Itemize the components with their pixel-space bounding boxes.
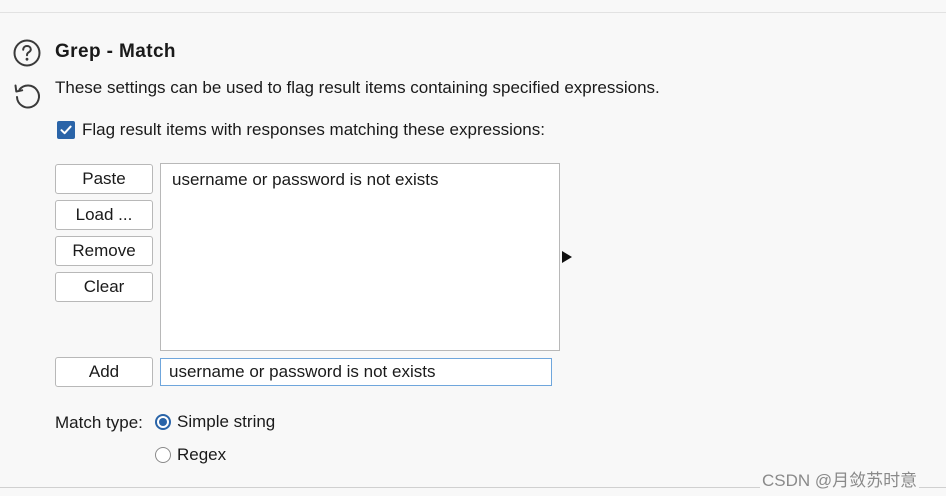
radio-dot — [159, 418, 167, 426]
section-title: Grep - Match — [55, 41, 176, 62]
radio-simple-string[interactable]: Simple string — [155, 412, 275, 432]
radio-button[interactable] — [155, 447, 171, 463]
radio-label: Simple string — [177, 412, 276, 431]
expression-list[interactable]: username or password is not exists — [160, 163, 560, 351]
watermark: CSDN @月敛苏时意 — [760, 466, 920, 491]
flag-checkbox[interactable] — [57, 121, 75, 139]
match-type-label: Match type: — [55, 413, 143, 432]
load-button[interactable]: Load ... — [55, 200, 153, 230]
section-description: These settings can be used to flag resul… — [55, 78, 660, 97]
flag-checkbox-row[interactable]: Flag result items with responses matchin… — [57, 120, 545, 140]
check-icon — [60, 125, 72, 135]
radio-regex[interactable]: Regex — [155, 445, 226, 465]
add-button[interactable]: Add — [55, 357, 153, 387]
paste-button[interactable]: Paste — [55, 164, 153, 194]
help-icon[interactable] — [12, 38, 42, 68]
radio-button-selected[interactable] — [155, 414, 171, 430]
clear-button[interactable]: Clear — [55, 272, 153, 302]
top-divider — [0, 12, 946, 13]
radio-label: Regex — [177, 445, 227, 464]
cursor-arrow-icon — [562, 251, 572, 263]
flag-checkbox-label: Flag result items with responses matchin… — [82, 120, 545, 139]
reset-icon[interactable] — [12, 80, 42, 110]
remove-button[interactable]: Remove — [55, 236, 153, 266]
list-item[interactable]: username or password is not exists — [161, 169, 559, 191]
add-expression-input[interactable] — [160, 358, 552, 386]
